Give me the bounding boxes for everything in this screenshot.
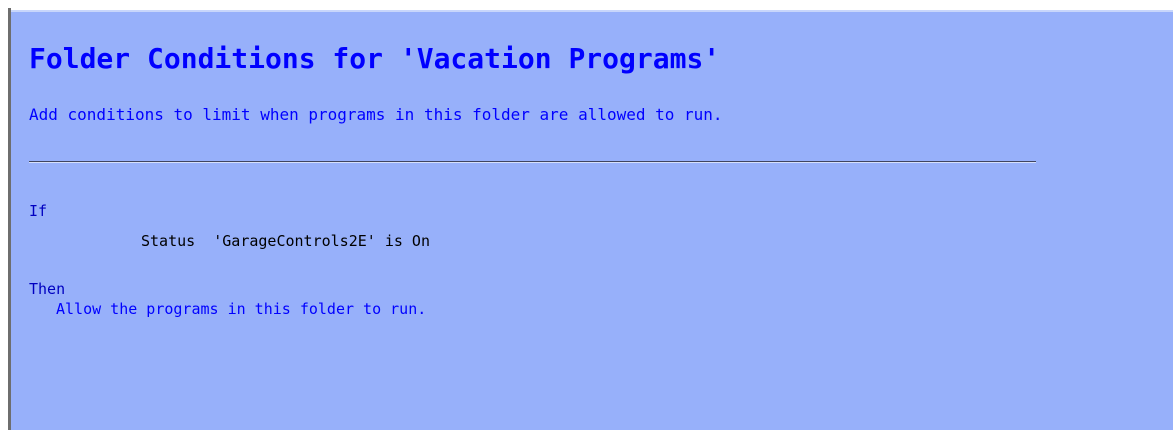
page-title: Folder Conditions for 'Vacation Programs… xyxy=(29,42,721,75)
if-keyword: If xyxy=(29,202,48,220)
header-divider xyxy=(29,161,1036,163)
editor-frame: Folder Conditions for 'Vacation Programs… xyxy=(0,0,1173,430)
action-line[interactable]: Allow the programs in this folder to run… xyxy=(56,300,426,318)
page-subtitle: Add conditions to limit when programs in… xyxy=(29,105,723,124)
condition-line[interactable]: Status 'GarageControls2E' is On xyxy=(141,232,430,250)
folder-conditions-panel[interactable]: Folder Conditions for 'Vacation Programs… xyxy=(11,10,1173,430)
then-keyword: Then xyxy=(29,280,66,298)
